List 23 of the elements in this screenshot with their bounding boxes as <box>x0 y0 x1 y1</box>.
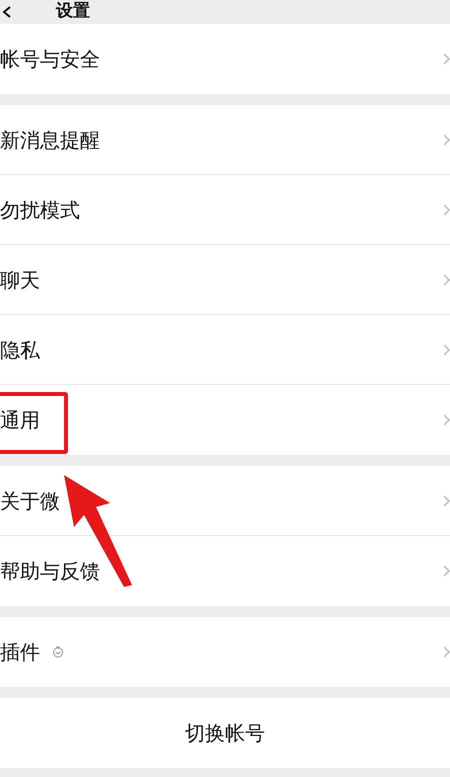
chevron-icon <box>444 344 450 356</box>
page-title: 设置 <box>56 3 90 20</box>
setting-label[interactable]: 聊天 <box>0 266 40 294</box>
chevron-icon <box>444 495 450 507</box>
chevron-icon <box>444 646 450 658</box>
chevron-icon <box>444 53 450 65</box>
setting-label[interactable]: 通用 <box>0 406 40 434</box>
setting-label[interactable]: 帮助与反馈 <box>0 558 100 584</box>
back-icon[interactable] <box>2 6 12 18</box>
setting-label[interactable]: 关于微 <box>0 488 60 514</box>
plugin-icon <box>52 646 64 658</box>
switch-account-button[interactable]: 切换帐号 <box>0 698 450 768</box>
setting-label[interactable]: 勿扰模式 <box>0 196 80 224</box>
setting-label[interactable]: 帐号与安全 <box>0 46 100 72</box>
highlight-box <box>0 392 68 454</box>
chevron-icon <box>444 134 450 146</box>
chevron-icon <box>444 414 450 426</box>
chevron-icon <box>444 204 450 216</box>
chevron-icon <box>444 274 450 286</box>
setting-label[interactable]: 隐私 <box>0 336 40 364</box>
setting-label[interactable]: 新消息提醒 <box>0 126 100 154</box>
setting-label[interactable]: 插件 <box>0 638 40 666</box>
chevron-icon <box>444 565 450 577</box>
